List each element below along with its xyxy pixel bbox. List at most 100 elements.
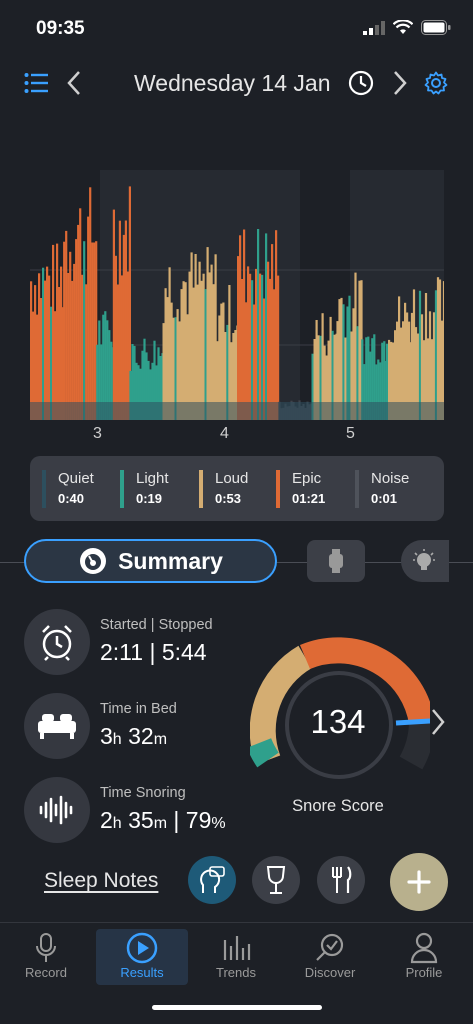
legend-item-epic: Epic 01:21 — [276, 470, 325, 508]
percent-value: 79 — [185, 807, 212, 833]
chart-bar — [81, 274, 84, 420]
chart-bar — [200, 280, 203, 420]
chart-x-ticks: 3 4 5 — [0, 425, 473, 449]
chart-bar — [56, 243, 59, 420]
list-icon[interactable] — [24, 72, 48, 94]
chart-bar — [265, 233, 268, 420]
chart-bar — [91, 242, 94, 420]
status-time: 09:35 — [36, 18, 85, 39]
chart-bar — [190, 252, 193, 420]
chart-bar — [251, 280, 254, 420]
chart-bar — [412, 289, 416, 420]
nav-discover[interactable]: Discover — [284, 929, 376, 985]
chart-bar — [42, 267, 45, 420]
chart-bar — [38, 273, 41, 420]
sleep-notes-link[interactable]: Sleep Notes — [44, 869, 158, 893]
chart-bar — [85, 284, 88, 420]
chart-bar — [241, 279, 244, 420]
soundwave-icon — [24, 777, 90, 843]
tab-watch[interactable] — [307, 540, 365, 582]
alarm-clock-icon — [24, 609, 90, 675]
chart-bar — [166, 297, 169, 420]
snore-score-value: 134 — [310, 703, 366, 740]
wifi-icon — [393, 20, 413, 34]
chart-bar — [239, 235, 242, 420]
chart-bar — [398, 296, 401, 420]
chart-bar — [48, 275, 51, 420]
add-note-button[interactable] — [390, 853, 448, 911]
chart-bar — [164, 288, 167, 420]
chart-bar — [93, 242, 96, 420]
person-icon — [410, 932, 438, 964]
stat-label: Time in Bed — [100, 701, 177, 717]
bed-icon — [24, 693, 90, 759]
nav-results[interactable]: Results — [96, 929, 188, 985]
chart-bar — [438, 279, 442, 420]
chart-bar — [65, 230, 68, 420]
clock-icon[interactable] — [348, 70, 374, 96]
chart-bar — [60, 266, 63, 420]
chart-bar — [237, 256, 240, 420]
chart-bar — [424, 293, 428, 420]
sleep-notes-row: Sleep Notes — [0, 853, 473, 911]
snore-chart[interactable] — [30, 170, 444, 420]
chevron-left-icon[interactable] — [66, 70, 82, 96]
stat-value: 2:11 | 5:44 — [100, 639, 207, 665]
chart-bar — [202, 273, 205, 420]
chart-bar — [67, 273, 70, 420]
chart-bar — [122, 234, 125, 420]
chart-bar — [124, 220, 127, 420]
nav-label: Results — [120, 965, 164, 980]
chart-bar — [436, 277, 440, 420]
chart-bar — [261, 274, 264, 420]
bulb-moon-icon — [413, 549, 435, 570]
note-thinking-button[interactable] — [188, 856, 236, 904]
cellular-signal-icon — [363, 20, 385, 35]
stat-time-in-bed[interactable]: Time in Bed 3h 32m — [24, 693, 254, 761]
settings-gear-icon[interactable] — [424, 71, 448, 95]
percent-unit: % — [211, 815, 226, 832]
legend-value: 0:40 — [58, 491, 85, 506]
chart-bar — [188, 271, 191, 420]
nav-record[interactable]: Record — [0, 929, 92, 985]
chart-bar — [354, 272, 357, 420]
microphone-icon — [36, 933, 56, 962]
date-title[interactable]: Wednesday 14 Jan — [134, 70, 331, 97]
chart-bar — [196, 284, 199, 420]
chart-bar — [228, 285, 231, 420]
chart-bar — [192, 287, 195, 420]
chart-bar — [348, 295, 351, 420]
chevron-right-icon[interactable] — [430, 708, 446, 736]
legend-label: Loud — [215, 470, 249, 487]
chart-bar — [273, 289, 276, 420]
nav-trends[interactable]: Trends — [190, 929, 282, 985]
chart-bar — [269, 278, 272, 420]
legend-value: 01:21 — [292, 491, 326, 506]
chart-bar — [30, 281, 33, 420]
legend-value: 0:01 — [371, 491, 398, 506]
stat-label: Time Snoring — [100, 785, 186, 801]
chart-bar — [206, 247, 209, 420]
x-tick-label: 5 — [346, 425, 355, 442]
chevron-right-icon[interactable] — [392, 70, 408, 96]
nav-label: Record — [25, 965, 67, 980]
chart-bar — [194, 254, 197, 420]
play-circle-icon — [126, 932, 158, 964]
chart-bar — [118, 220, 121, 420]
tab-summary[interactable]: Summary — [24, 539, 277, 583]
chart-bar — [255, 268, 258, 420]
note-food-button[interactable] — [317, 856, 365, 904]
chart-bar — [212, 284, 215, 420]
chart-bar — [120, 275, 123, 420]
nav-profile[interactable]: Profile — [378, 929, 470, 985]
tab-environment[interactable] — [401, 540, 449, 582]
stat-started-stopped[interactable]: Started | Stopped 2:11 | 5:44 — [24, 609, 254, 677]
note-alcohol-button[interactable] — [252, 856, 300, 904]
chart-bar — [358, 280, 361, 420]
chart-bar — [58, 287, 61, 420]
chart-bar — [257, 229, 260, 420]
chart-bar — [249, 273, 252, 420]
stat-time-snoring[interactable]: Time Snoring 2h 35m | 79% — [24, 777, 254, 845]
chart-bar — [44, 280, 47, 420]
legend-label: Epic — [292, 470, 322, 487]
